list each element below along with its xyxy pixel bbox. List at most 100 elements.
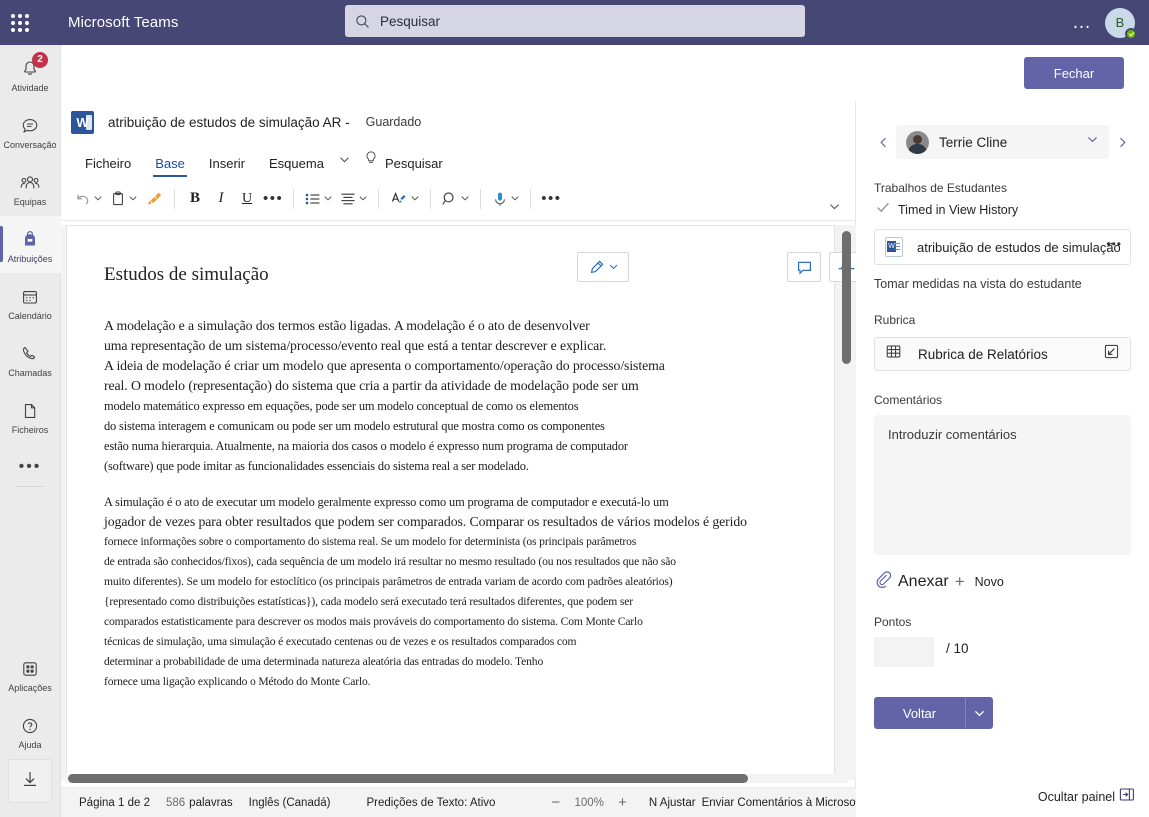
points-max: / 10 <box>946 640 969 656</box>
assignment-header-bar: Fechar <box>61 45 1149 101</box>
comments-input[interactable] <box>874 415 1131 555</box>
undo-button[interactable] <box>71 184 106 214</box>
text-predictions-status[interactable]: Predições de Texto: Ativo <box>366 797 495 809</box>
underline-button[interactable]: U <box>234 184 260 214</box>
paperclip-icon[interactable] <box>874 570 892 593</box>
bell-icon: 2 <box>20 51 48 81</box>
rail-divider <box>16 486 44 487</box>
align-button[interactable] <box>336 184 371 214</box>
bold-button[interactable]: B <box>182 184 208 214</box>
download-icon <box>19 768 41 795</box>
scrollbar-thumb[interactable] <box>68 774 748 783</box>
text-styles-button[interactable] <box>386 184 423 214</box>
send-feedback-button[interactable]: Enviar Comentários à Microsoft <box>702 797 862 809</box>
attach-button[interactable]: Anexar <box>898 573 949 591</box>
chevron-down-icon[interactable] <box>336 153 357 177</box>
sidebar-item-chamadas[interactable]: Chamadas <box>0 330 61 387</box>
language-indicator[interactable]: Inglês (Canadá) <box>249 797 331 809</box>
fit-button[interactable]: N Ajustar <box>649 797 696 809</box>
italic-button[interactable]: I <box>208 184 234 214</box>
tab-inserir[interactable]: Inserir <box>197 156 257 177</box>
tab-esquema[interactable]: Esquema <box>257 156 336 177</box>
tab-base[interactable]: Base <box>143 156 197 177</box>
sidebar-item-label: Ajuda <box>18 739 42 750</box>
document-scroll-area[interactable]: Estudos de simulação A modelação e a sim… <box>61 225 856 780</box>
dictate-button[interactable] <box>488 184 523 214</box>
font-more-button[interactable]: ••• <box>260 184 286 214</box>
toolbar-divider <box>378 188 380 209</box>
hide-panel-label: Ocultar painel <box>1037 790 1115 804</box>
document-page[interactable]: Estudos de simulação A modelação e a sim… <box>66 225 835 780</box>
sidebar-item-aplicacoes[interactable]: Aplicações <box>0 645 61 702</box>
waffle-icon <box>11 13 29 32</box>
words-label[interactable]: palavras <box>189 797 232 809</box>
vertical-scrollbar[interactable] <box>842 229 851 779</box>
avatar[interactable]: B <box>1105 7 1137 40</box>
toolbar-more-button[interactable]: ••• <box>538 184 564 214</box>
sidebar-item-equipas[interactable]: Equipas <box>0 159 61 216</box>
save-status: Guardado <box>365 115 422 129</box>
top-bar-actions: … B <box>1064 0 1141 45</box>
word-count[interactable]: 586 <box>166 797 185 809</box>
sidebar-item-atividade[interactable]: 2 Atividade <box>0 45 61 102</box>
toolbar-divider <box>174 188 175 209</box>
zoom-level[interactable]: 100% <box>574 797 604 809</box>
scrollbar-thumb[interactable] <box>842 231 851 364</box>
expand-icon[interactable] <box>1103 343 1120 365</box>
sidebar-item-ficheiros[interactable]: Ficheiros <box>0 387 61 444</box>
editing-mode-button[interactable] <box>577 252 629 282</box>
document-heading: Estudos de simulação <box>104 264 269 285</box>
document-paragraph-1: A modelação e a simulação dos termos est… <box>104 316 782 476</box>
bold-icon: B <box>189 190 200 206</box>
comments-button[interactable] <box>787 252 821 282</box>
document-name[interactable]: atribuição de estudos de simulação AR - <box>108 115 350 130</box>
doc-line: modelo matemático expresso em equações, … <box>104 399 579 413</box>
points-input[interactable] <box>874 637 934 667</box>
page-indicator[interactable]: Página 1 de 2 <box>79 797 150 809</box>
rubric-card[interactable]: Rubrica de Relatórios <box>874 337 1131 371</box>
zoom-out-button[interactable]: − <box>551 795 560 810</box>
top-navigation-bar: Microsoft Teams … B <box>0 0 1149 45</box>
rail-more-button[interactable]: ••• <box>19 458 42 476</box>
hide-panel-button[interactable]: Ocultar painel <box>1038 787 1135 807</box>
people-icon <box>19 171 41 195</box>
close-button[interactable]: Fechar <box>1024 57 1124 89</box>
back-options-button[interactable] <box>966 697 993 729</box>
search-input[interactable] <box>380 13 795 29</box>
chevron-down-icon <box>410 193 420 205</box>
tab-ficheiro[interactable]: Ficheiro <box>73 156 143 177</box>
top-more-button[interactable]: … <box>1064 13 1101 32</box>
app-launcher-button[interactable] <box>0 0 40 45</box>
document-paragraph-2: A simulação é o ato de executar um model… <box>104 492 782 692</box>
collapse-ribbon-button[interactable] <box>828 199 841 217</box>
zoom-in-button[interactable]: + <box>618 795 627 810</box>
format-painter-button[interactable] <box>141 184 167 214</box>
previous-student-button[interactable] <box>874 136 892 149</box>
student-navigator: Terrie Cline <box>874 125 1131 159</box>
back-button[interactable]: Voltar <box>874 697 966 729</box>
sidebar-item-label: Ficheiros <box>11 424 49 435</box>
sidebar-item-conversacao[interactable]: Conversação <box>0 102 61 159</box>
plus-icon[interactable]: + <box>955 573 965 590</box>
sidebar-item-label: Atribuições <box>7 253 53 264</box>
search-box[interactable] <box>345 5 805 37</box>
sidebar-item-atribuicoes[interactable]: Atribuições <box>0 216 61 273</box>
student-selector[interactable]: Terrie Cline <box>896 125 1109 159</box>
submitted-file-card[interactable]: atribuição de estudos de simulação ••• <box>874 229 1131 265</box>
paste-button[interactable] <box>106 184 141 214</box>
bullet-list-button[interactable] <box>301 184 336 214</box>
doc-line: de entrada são conhecidos/fixos), cada s… <box>104 555 676 568</box>
sidebar-item-label: Conversação <box>3 139 57 150</box>
download-desktop-app-button[interactable] <box>8 759 52 803</box>
find-button[interactable] <box>438 184 473 214</box>
word-search-button[interactable]: Pesquisar <box>385 156 443 177</box>
sidebar-item-ajuda[interactable]: Ajuda <box>0 702 61 759</box>
lightbulb-icon[interactable] <box>357 150 385 177</box>
sidebar-item-calendario[interactable]: Calendário <box>0 273 61 330</box>
doc-line: A modelação e a simulação dos termos est… <box>104 318 590 333</box>
new-button[interactable]: Novo <box>975 575 1004 589</box>
file-more-button[interactable]: ••• <box>1106 237 1122 251</box>
next-student-button[interactable] <box>1113 136 1131 149</box>
document-title-bar: W atribuição de estudos de simulação AR … <box>61 101 855 143</box>
horizontal-scrollbar[interactable] <box>66 774 848 783</box>
